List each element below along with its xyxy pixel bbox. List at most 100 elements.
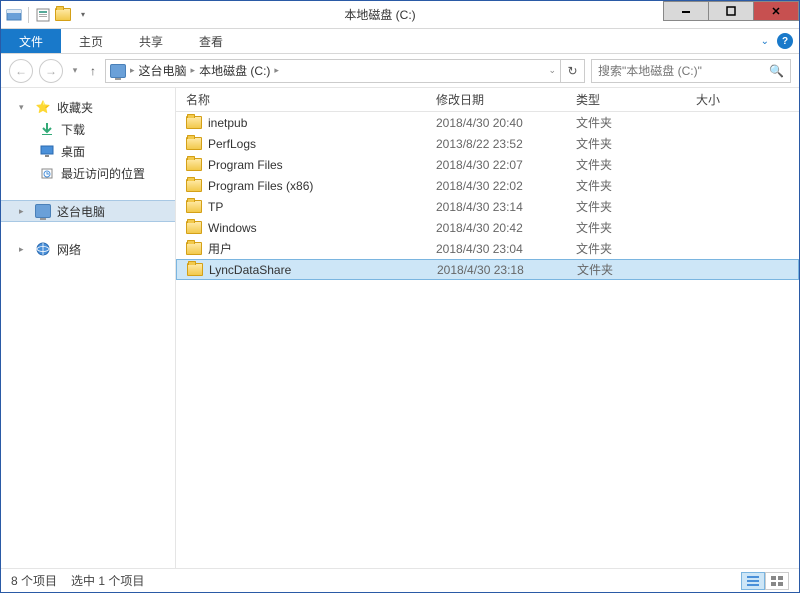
forward-button[interactable]: →: [39, 59, 63, 83]
file-rows: inetpub2018/4/30 20:40文件夹PerfLogs2013/8/…: [176, 112, 799, 568]
qat-dropdown-icon[interactable]: ▾: [74, 6, 92, 24]
file-date: 2018/4/30 23:04: [436, 242, 576, 256]
nav-downloads[interactable]: 下载: [1, 118, 175, 140]
window-controls: [664, 1, 799, 28]
folder-icon: [186, 242, 202, 255]
navigation-pane: ▾ ⭐ 收藏夹 下载 桌面: [1, 88, 176, 568]
folder-icon: [187, 263, 203, 276]
file-date: 2018/4/30 20:42: [436, 221, 576, 235]
new-folder-icon[interactable]: [54, 6, 72, 24]
details-view-button[interactable]: [741, 572, 765, 590]
properties-icon[interactable]: [34, 6, 52, 24]
breadcrumb-arrow-icon[interactable]: ▸: [130, 65, 135, 76]
folder-icon: [186, 200, 202, 213]
column-size[interactable]: 大小: [696, 91, 799, 108]
column-name[interactable]: 名称: [186, 91, 436, 108]
back-button[interactable]: ←: [9, 59, 33, 83]
search-box[interactable]: 🔍: [591, 59, 791, 83]
status-selected-count: 选中 1 个项目: [71, 572, 144, 589]
nav-network[interactable]: ▸ 网络: [1, 238, 175, 260]
file-name: PerfLogs: [208, 137, 256, 151]
status-bar: 8 个项目 选中 1 个项目: [1, 568, 799, 592]
nav-desktop[interactable]: 桌面: [1, 140, 175, 162]
tab-home[interactable]: 主页: [61, 29, 121, 53]
nav-label: 网络: [57, 241, 81, 258]
history-dropdown[interactable]: ▾: [69, 65, 81, 76]
file-type: 文件夹: [576, 156, 696, 173]
help-icon[interactable]: ?: [777, 33, 793, 49]
file-date: 2013/8/22 23:52: [436, 137, 576, 151]
up-button[interactable]: ↑: [87, 64, 99, 78]
explorer-window: ▾ 本地磁盘 (C:) 文件 主页 共享 查看 ⌄ ? ← → ▾ ↑ ▸ 这台…: [0, 0, 800, 593]
file-name: inetpub: [208, 116, 247, 130]
file-type: 文件夹: [576, 240, 696, 257]
file-type: 文件夹: [576, 219, 696, 236]
file-row[interactable]: 用户 2018/4/30 23:04文件夹: [176, 238, 799, 259]
address-dropdown-icon[interactable]: ⌄: [548, 65, 556, 76]
file-row[interactable]: Program Files (x86) 2018/4/30 22:02文件夹: [176, 175, 799, 196]
ribbon-expand-icon[interactable]: ⌄: [761, 36, 769, 47]
tab-share[interactable]: 共享: [121, 29, 181, 53]
file-row[interactable]: LyncDataShare 2018/4/30 23:18文件夹: [176, 259, 799, 280]
recent-icon: [39, 165, 55, 181]
breadcrumb-arrow-icon[interactable]: ▸: [191, 65, 196, 76]
folder-icon: [186, 179, 202, 192]
explorer-app-icon: [5, 6, 23, 24]
chevron-down-icon[interactable]: ▾: [19, 102, 29, 113]
close-button[interactable]: [753, 1, 799, 21]
file-row[interactable]: inetpub 2018/4/30 20:40文件夹: [176, 112, 799, 133]
file-name: LyncDataShare: [209, 263, 291, 277]
nav-recent[interactable]: 最近访问的位置: [1, 162, 175, 184]
file-name: Program Files: [208, 158, 283, 172]
search-input[interactable]: [598, 64, 769, 78]
breadcrumb-drive[interactable]: 本地磁盘 (C:): [199, 62, 270, 79]
column-headers: 名称 修改日期 类型 大小: [176, 88, 799, 112]
nav-this-pc[interactable]: ▸ 这台电脑: [1, 200, 175, 222]
search-icon[interactable]: 🔍: [769, 64, 784, 78]
folder-icon: [186, 137, 202, 150]
chevron-right-icon[interactable]: ▸: [19, 244, 29, 255]
nav-label: 收藏夹: [57, 99, 93, 116]
file-list-pane: 名称 修改日期 类型 大小 inetpub2018/4/30 20:40文件夹P…: [176, 88, 799, 568]
file-name: TP: [208, 200, 223, 214]
tab-file[interactable]: 文件: [1, 29, 61, 53]
quick-access-toolbar: ▾: [1, 6, 96, 24]
maximize-button[interactable]: [708, 1, 754, 21]
column-type[interactable]: 类型: [576, 91, 696, 108]
file-name: 用户: [208, 240, 232, 257]
column-date[interactable]: 修改日期: [436, 91, 576, 108]
folder-icon: [186, 158, 202, 171]
file-date: 2018/4/30 20:40: [436, 116, 576, 130]
minimize-button[interactable]: [663, 1, 709, 21]
file-type: 文件夹: [576, 198, 696, 215]
file-row[interactable]: PerfLogs2013/8/22 23:52文件夹: [176, 133, 799, 154]
refresh-button[interactable]: ↻: [561, 59, 585, 83]
file-name: Program Files (x86): [208, 179, 313, 193]
file-name: Windows: [208, 221, 257, 235]
file-date: 2018/4/30 22:02: [436, 179, 576, 193]
nav-label: 桌面: [61, 143, 85, 160]
icons-view-button[interactable]: [765, 572, 789, 590]
nav-favorites[interactable]: ▾ ⭐ 收藏夹: [1, 96, 175, 118]
titlebar: ▾ 本地磁盘 (C:): [1, 1, 799, 29]
computer-icon: [35, 203, 51, 219]
nav-label: 这台电脑: [57, 203, 105, 220]
folder-icon: [186, 221, 202, 234]
breadcrumb-pc[interactable]: 这台电脑: [139, 62, 187, 79]
file-date: 2018/4/30 22:07: [436, 158, 576, 172]
file-date: 2018/4/30 23:18: [437, 263, 577, 277]
window-title: 本地磁盘 (C:): [96, 6, 664, 23]
file-type: 文件夹: [576, 177, 696, 194]
breadcrumb-arrow-icon[interactable]: ▸: [274, 65, 279, 76]
computer-icon: [110, 64, 126, 78]
address-bar[interactable]: ▸ 这台电脑 ▸ 本地磁盘 (C:) ▸ ⌄: [105, 59, 561, 83]
file-row[interactable]: TP2018/4/30 23:14文件夹: [176, 196, 799, 217]
tab-view[interactable]: 查看: [181, 29, 241, 53]
file-type: 文件夹: [576, 114, 696, 131]
file-type: 文件夹: [577, 261, 697, 278]
chevron-right-icon[interactable]: ▸: [19, 206, 29, 217]
file-row[interactable]: Windows 2018/4/30 20:42文件夹: [176, 217, 799, 238]
body: ▾ ⭐ 收藏夹 下载 桌面: [1, 88, 799, 568]
file-row[interactable]: Program Files 2018/4/30 22:07文件夹: [176, 154, 799, 175]
download-icon: [39, 121, 55, 137]
